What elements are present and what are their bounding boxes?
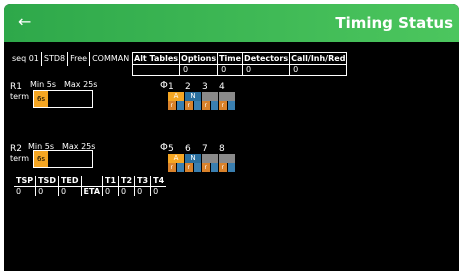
- tsp-header-cell: [80, 176, 103, 187]
- phase-numbers: 1 2 3 4: [168, 82, 236, 92]
- phase-number: 3: [202, 82, 208, 92]
- phase-number: 1: [168, 82, 174, 92]
- ring-timer-value: 6s: [34, 151, 48, 167]
- phase-sub-cell: r: [202, 101, 211, 110]
- phase-sub-cell: r: [185, 163, 194, 172]
- tsp-value-cell: ETA: [80, 186, 103, 196]
- menu-options[interactable]: Options 0: [179, 53, 218, 75]
- phase-status-cell[interactable]: A: [168, 154, 185, 163]
- tsp-header-row: TSP TSD TED T1 T2 T3 T4: [14, 176, 167, 187]
- ring-timer-bar: 6s: [33, 90, 93, 108]
- phase-bars: AN: [168, 92, 236, 101]
- phi-symbol: Φ: [160, 80, 168, 91]
- phase-sub-bars: rrrr: [168, 101, 236, 110]
- phase-number: 2: [185, 82, 191, 92]
- ring-term: term: [10, 92, 29, 101]
- menu-time[interactable]: Time 0: [217, 53, 243, 75]
- tsp-header-cell: T2: [118, 176, 135, 187]
- ring-timer-bar: 6s: [33, 150, 93, 168]
- menu-value: 0: [183, 65, 189, 74]
- phase-number: 6: [185, 144, 191, 154]
- ring-term: term: [10, 154, 29, 163]
- phase-number: 8: [219, 144, 225, 154]
- tsp-header-cell: T3: [134, 176, 151, 187]
- phase-sub-cell: r: [219, 101, 228, 110]
- phase-bars: AN: [168, 154, 236, 163]
- status-tabs: seq 01 STD8 Free COMMAN: [10, 52, 131, 66]
- phase-sub-cell: [227, 163, 236, 172]
- phase-number: 5: [168, 144, 174, 154]
- tsp-header-cell: TSD: [35, 176, 59, 187]
- phase-sub-cell: r: [219, 163, 228, 172]
- phase-sub-cell: r: [168, 163, 177, 172]
- menu-label: Alt Tables: [133, 54, 180, 65]
- tsp-value-cell: 0: [35, 186, 59, 196]
- tsp-value-cell: 0: [16, 186, 22, 196]
- phase-sub-cell: [176, 163, 185, 172]
- phase-numbers: 5 6 7 8: [168, 144, 236, 154]
- phase-status-cell[interactable]: [219, 154, 236, 163]
- ring-label: R2: [10, 144, 22, 154]
- tab-free[interactable]: Free: [68, 52, 91, 66]
- tab-std8[interactable]: STD8: [42, 52, 69, 66]
- phase-status-cell[interactable]: N: [185, 154, 202, 163]
- tsp-value-cell: 0: [57, 186, 82, 196]
- menu-label: Detectors: [243, 54, 290, 65]
- tsp-header-cell: TED: [57, 176, 82, 187]
- tsp-header-cell: TSP: [14, 176, 36, 187]
- phase-status-cell[interactable]: [219, 92, 236, 101]
- page-title: Timing Status: [335, 14, 453, 32]
- menu-label: Options: [180, 54, 218, 65]
- phi-symbol: Φ: [160, 142, 168, 153]
- phase-ring-2: 5678 AN rrrr: [168, 144, 236, 172]
- phase-sub-cell: [176, 101, 185, 110]
- tsp-value-cell: 0: [118, 186, 135, 196]
- phase-status-cell[interactable]: N: [185, 92, 202, 101]
- tsp-value-cell: 0: [134, 186, 151, 196]
- menu-call-inh-red[interactable]: Call/Inh/Red 0: [289, 53, 347, 75]
- tsp-value-cell: 0: [102, 186, 119, 196]
- phase-sub-bars: rrrr: [168, 163, 236, 172]
- ring-timer-value: 6s: [34, 91, 48, 107]
- menu-value: 0: [246, 65, 252, 74]
- menu-label: Time: [218, 54, 243, 65]
- ring-label: R1: [10, 82, 22, 92]
- menu-detectors[interactable]: Detectors 0: [242, 53, 290, 75]
- tsp-value-row: 0 0 0 ETA 0 0 0 0: [14, 186, 167, 196]
- menu-alt-tables[interactable]: Alt Tables: [132, 53, 180, 75]
- menu-label: Call/Inh/Red: [290, 54, 347, 65]
- tsp-header-cell: T4: [150, 176, 167, 187]
- phase-ring-1: 1234 AN rrrr: [168, 82, 236, 110]
- ring-max: Max 25s: [64, 80, 98, 89]
- phase-status-cell[interactable]: A: [168, 92, 185, 101]
- phase-sub-cell: r: [185, 101, 194, 110]
- tsp-value-cell: 0: [150, 186, 167, 196]
- menu-value: 0: [293, 65, 299, 74]
- menu-value: 0: [221, 65, 227, 74]
- timing-status-screen: ← Timing Status seq 01 STD8 Free COMMAN …: [4, 4, 459, 271]
- phase-sub-cell: [210, 101, 219, 110]
- tab-comman[interactable]: COMMAN: [90, 52, 131, 66]
- phase-number: 7: [202, 144, 208, 154]
- phase-sub-cell: r: [168, 101, 177, 110]
- phase-sub-cell: [193, 101, 202, 110]
- phase-status-cell[interactable]: [202, 154, 219, 163]
- tab-seq[interactable]: seq 01: [10, 52, 42, 66]
- tsp-header-cell: T1: [102, 176, 119, 187]
- phase-sub-cell: [210, 163, 219, 172]
- ring-min: Min 5s: [30, 80, 56, 89]
- phase-number: 4: [219, 82, 225, 92]
- phase-sub-cell: [227, 101, 236, 110]
- phase-sub-cell: [193, 163, 202, 172]
- status-menu: Alt Tables Options 0 Time 0 Detectors 0 …: [132, 52, 348, 76]
- phase-status-cell[interactable]: [202, 92, 219, 101]
- header-bar: ← Timing Status: [4, 4, 459, 42]
- back-arrow-icon[interactable]: ←: [18, 12, 31, 32]
- phase-sub-cell: r: [202, 163, 211, 172]
- tsp-table: TSP TSD TED T1 T2 T3 T4 0 0 0 ETA 0 0 0 0: [14, 176, 167, 196]
